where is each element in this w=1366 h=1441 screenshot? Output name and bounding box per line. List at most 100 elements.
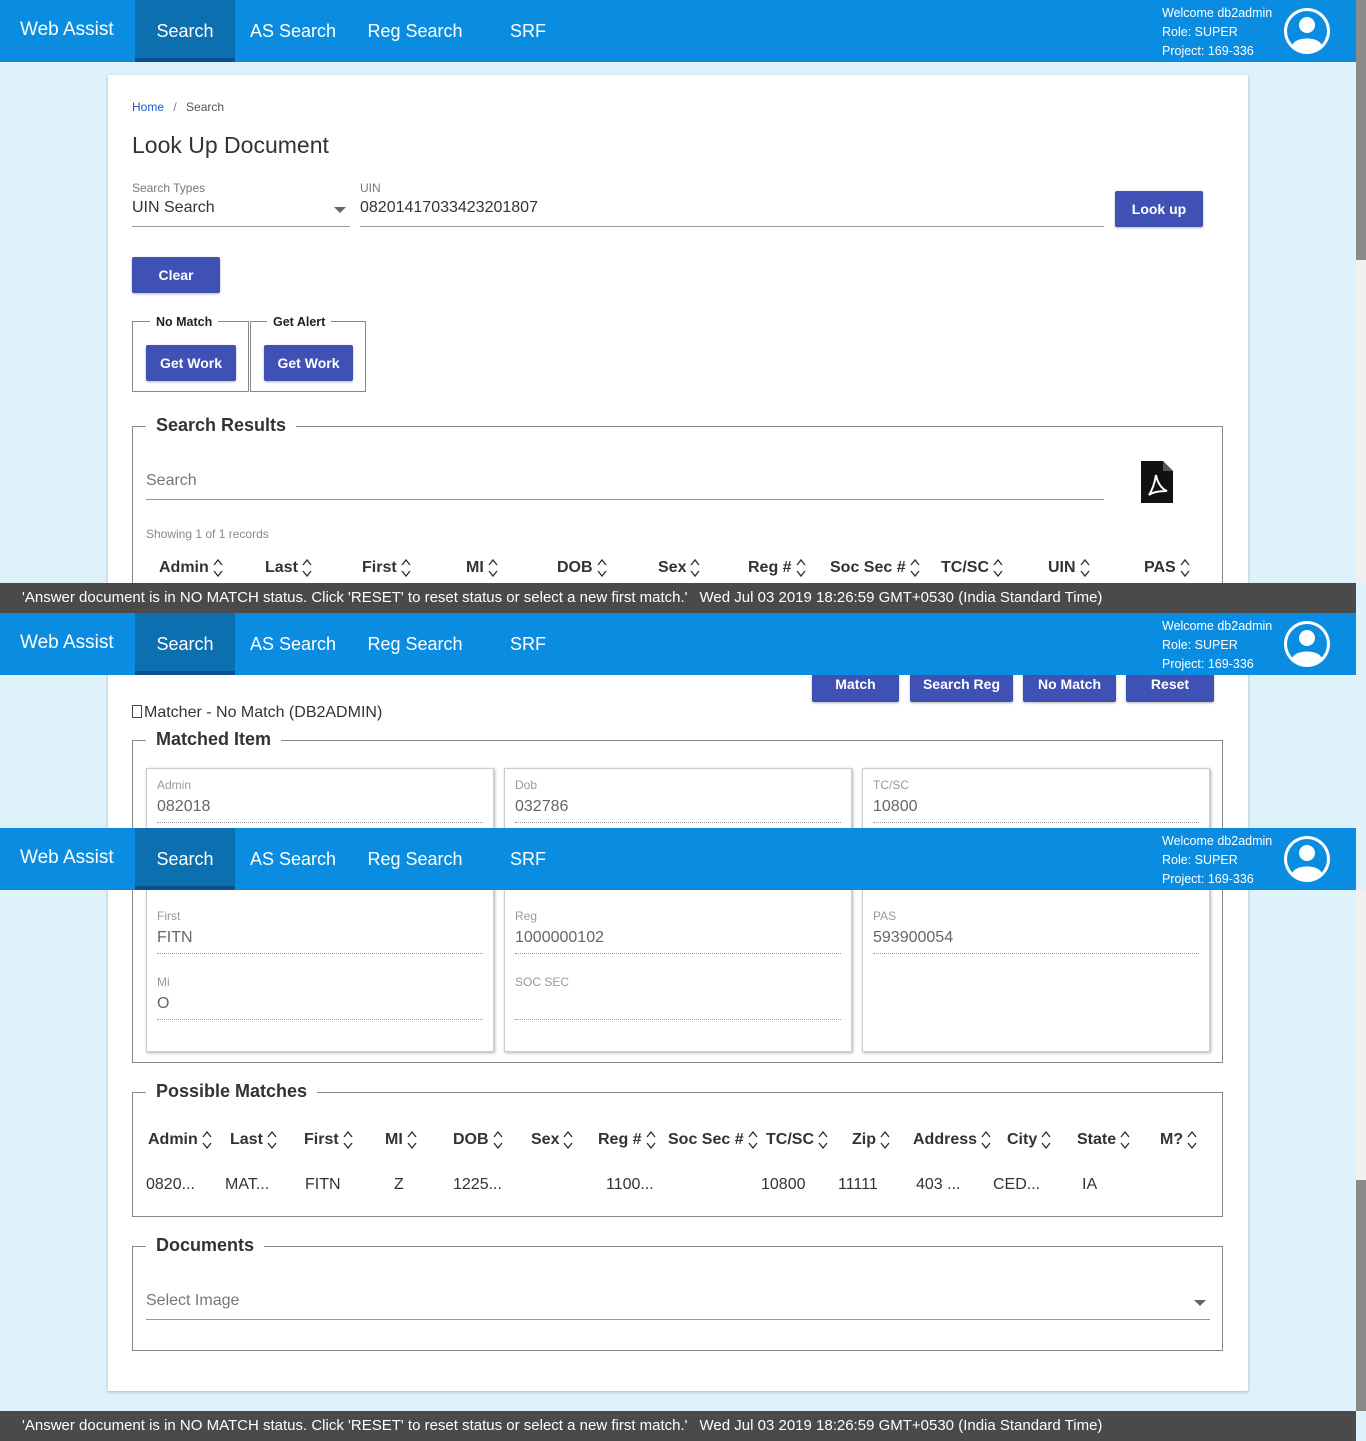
column-header[interactable]: Last [230,1130,277,1150]
tab-search[interactable]: Search [135,613,235,675]
sort-icon[interactable] [796,558,806,578]
sort-icon[interactable] [880,1130,890,1150]
column-header[interactable]: First [362,558,411,578]
sort-icon[interactable] [213,558,223,578]
search-types-select[interactable]: UIN Search [132,199,350,227]
tab-reg-search[interactable]: Reg Search [351,0,479,62]
scrollbar-thumb[interactable] [1356,1180,1366,1411]
record-count: Showing 1 of 1 records [146,527,269,541]
sort-icon[interactable] [401,558,411,578]
sort-icon[interactable] [646,1130,656,1150]
brand-logo[interactable]: Web Assist [20,847,114,869]
avatar-icon[interactable] [1282,834,1332,884]
tab-as-search[interactable]: AS Search [235,828,351,890]
sort-icon[interactable] [910,558,920,578]
field-value: 10800 [873,798,1199,823]
field-label: Mi [157,975,170,989]
column-header[interactable]: DOB [557,558,607,578]
column-header-label: Reg # [748,559,792,577]
column-header[interactable]: Admin [148,1130,212,1150]
breadcrumb-home-link[interactable]: Home [132,100,164,114]
column-header[interactable]: Reg # [748,558,806,578]
tab-reg-search[interactable]: Reg Search [351,828,479,890]
column-header[interactable]: Soc Sec # [830,558,920,578]
sort-icon[interactable] [267,1130,277,1150]
column-header-label: TC/SC [766,1131,814,1149]
sort-icon[interactable] [993,558,1003,578]
tab-srf[interactable]: SRF [479,0,577,62]
possible-matches-section [132,1092,1223,1217]
status-bar: 'Answer document is in NO MATCH status. … [0,1411,1356,1441]
sort-icon[interactable] [1120,1130,1130,1150]
column-header[interactable]: TC/SC [941,558,1003,578]
column-header[interactable]: TC/SC [766,1130,828,1150]
tab-as-search[interactable]: AS Search [235,613,351,675]
sort-icon[interactable] [748,1130,758,1150]
column-header-label: Last [230,1131,263,1149]
dropdown-arrow-icon [1194,1300,1206,1306]
sort-icon[interactable] [690,558,701,578]
table-cell: FITN [305,1176,341,1193]
column-header[interactable]: Soc Sec # [668,1130,758,1150]
uin-input[interactable]: 0820141703342320180​7 [360,199,1104,227]
sort-icon[interactable] [488,558,498,578]
table-cell: IA [1082,1176,1098,1193]
sort-icon[interactable] [1080,558,1090,578]
sort-icon[interactable] [563,1130,574,1150]
column-header[interactable]: City [1007,1130,1051,1150]
field-label: PAS [873,909,897,923]
sort-icon[interactable] [1041,1130,1051,1150]
column-header[interactable]: DOB [453,1130,503,1150]
look-up-button[interactable]: Look up [1115,191,1203,227]
matched-tcsc-field: TC/SC 10800 [873,778,1199,823]
sort-icon[interactable] [1187,1130,1197,1150]
brand-logo[interactable]: Web Assist [20,19,114,41]
tab-srf[interactable]: SRF [479,828,577,890]
brand-logo[interactable]: Web Assist [20,632,114,654]
column-header[interactable]: Zip [852,1130,890,1150]
column-header[interactable]: Address [913,1130,991,1150]
sort-icon[interactable] [818,1130,828,1150]
sort-icon[interactable] [343,1130,353,1150]
column-header[interactable]: State [1077,1130,1130,1150]
tab-srf[interactable]: SRF [479,613,577,675]
sort-icon[interactable] [493,1130,503,1150]
results-search-input[interactable]: Search [146,472,1104,500]
select-image-dropdown[interactable]: Select Image [146,1292,1210,1320]
column-header[interactable]: Sex [531,1130,574,1150]
tab-search[interactable]: Search [135,0,235,62]
get-alert-get-work-button[interactable]: Get Work [264,345,353,381]
breadcrumb: Home / Search [132,100,224,114]
avatar-icon[interactable] [1282,6,1332,56]
column-header-label: TC/SC [941,559,989,577]
select-image-placeholder: Select Image [146,1292,240,1309]
sort-icon[interactable] [597,558,607,578]
tab-reg-search[interactable]: Reg Search [351,613,479,675]
column-header[interactable]: Sex [658,558,701,578]
column-header[interactable]: M? [1160,1130,1197,1150]
sort-icon[interactable] [407,1130,417,1150]
scrollbar-thumb[interactable] [1356,0,1366,260]
pdf-icon[interactable] [1141,461,1173,503]
documents-title: Documents [146,1235,265,1256]
no-match-get-work-button[interactable]: Get Work [146,345,236,381]
sort-icon[interactable] [302,558,312,578]
tab-as-search[interactable]: AS Search [235,0,351,62]
tab-search[interactable]: Search [135,828,235,890]
user-welcome: Welcome db2admin [1162,834,1273,848]
column-header[interactable]: First [304,1130,353,1150]
column-header[interactable]: MI [466,558,498,578]
column-header[interactable]: MI [385,1130,417,1150]
user-info: Welcome db2admin Role: SUPER Project: 16… [1162,832,1272,889]
column-header[interactable]: Last [265,558,312,578]
column-header-label: Reg # [598,1131,642,1149]
sort-icon[interactable] [1180,558,1190,578]
sort-icon[interactable] [202,1130,212,1150]
avatar-icon[interactable] [1282,619,1332,669]
column-header[interactable]: PAS [1144,558,1190,578]
column-header[interactable]: Reg # [598,1130,656,1150]
clear-button[interactable]: Clear [132,257,220,293]
sort-icon[interactable] [981,1130,991,1150]
column-header[interactable]: UIN [1048,558,1090,578]
column-header[interactable]: Admin [159,558,223,578]
